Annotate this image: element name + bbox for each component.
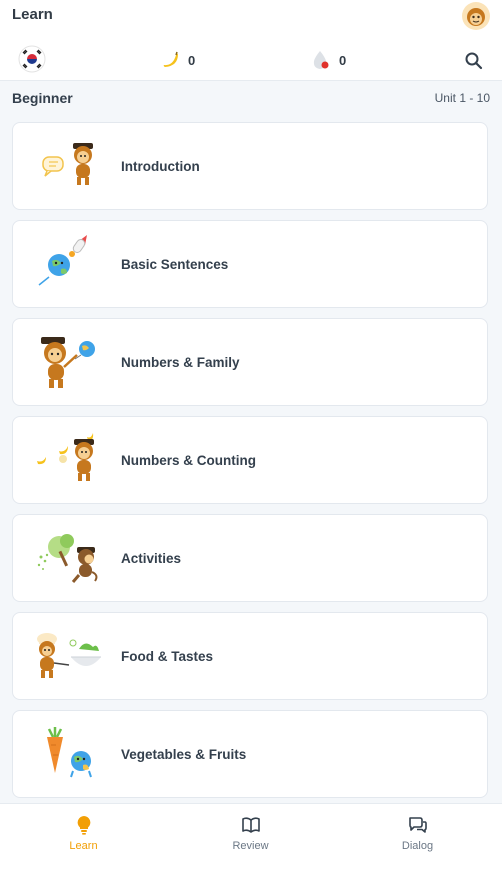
streak-count: 0 bbox=[339, 52, 347, 68]
monkey-bananas-icon bbox=[37, 433, 94, 481]
lesson-card-numbers-family[interactable]: Numbers & Family bbox=[12, 318, 488, 406]
banana-icon bbox=[163, 51, 178, 67]
page-title: Learn bbox=[12, 6, 53, 23]
lesson-title: Numbers & Family bbox=[121, 355, 240, 370]
globe-rocket-icon bbox=[38, 235, 87, 286]
nav-label-dialog: Dialog bbox=[401, 840, 434, 852]
nav-review[interactable]: Review bbox=[167, 804, 334, 870]
lesson-title: Introduction bbox=[121, 159, 200, 174]
bottom-nav: Learn Review Dialog bbox=[0, 803, 502, 870]
monkey-speech-bubble-icon bbox=[42, 143, 93, 185]
lesson-card-activities[interactable]: Activities bbox=[12, 514, 488, 602]
section-header: Beginner Unit 1 - 10 bbox=[0, 80, 502, 116]
lesson-card-basic-sentences[interactable]: Basic Sentences bbox=[12, 220, 488, 308]
chat-bubbles-icon bbox=[408, 817, 427, 833]
lightbulb-icon bbox=[77, 816, 90, 835]
top-bar: Learn 0 0 bbox=[0, 0, 502, 81]
lesson-title: Vegetables & Fruits bbox=[121, 747, 247, 762]
lesson-card-introduction[interactable]: Introduction bbox=[12, 122, 488, 210]
monkey-avatar-icon[interactable] bbox=[462, 2, 490, 30]
streak-icon bbox=[313, 51, 329, 69]
monkey-globe-balloon-icon bbox=[41, 337, 95, 388]
level-title: Beginner bbox=[12, 90, 73, 106]
banana-counter[interactable]: 0 bbox=[160, 48, 195, 72]
lesson-card-numbers-counting[interactable]: Numbers & Counting bbox=[12, 416, 488, 504]
nav-dialog[interactable]: Dialog bbox=[334, 804, 501, 870]
chef-monkey-bowl-icon bbox=[37, 633, 101, 678]
nav-label-learn: Learn bbox=[69, 840, 98, 852]
stats-row: 0 0 bbox=[0, 42, 502, 78]
streak-counter[interactable]: 0 bbox=[309, 48, 346, 72]
carrot-globe-icon bbox=[47, 727, 92, 778]
search-icon[interactable] bbox=[463, 50, 485, 72]
lesson-title: Basic Sentences bbox=[121, 257, 229, 272]
korea-flag-icon[interactable] bbox=[18, 45, 46, 73]
nav-label-review: Review bbox=[232, 840, 269, 852]
book-icon bbox=[241, 817, 260, 833]
monkey-tree-icon bbox=[37, 534, 98, 583]
lesson-title: Activities bbox=[121, 551, 182, 566]
lesson-card-vegetables-fruits[interactable]: Vegetables & Fruits bbox=[12, 710, 488, 798]
nav-learn[interactable]: Learn bbox=[0, 804, 167, 870]
lesson-title: Food & Tastes bbox=[121, 649, 214, 664]
lesson-title: Numbers & Counting bbox=[121, 453, 256, 468]
unit-range: Unit 1 - 10 bbox=[434, 91, 490, 105]
lesson-card-food-tastes[interactable]: Food & Tastes bbox=[12, 612, 488, 700]
banana-count: 0 bbox=[188, 52, 196, 68]
